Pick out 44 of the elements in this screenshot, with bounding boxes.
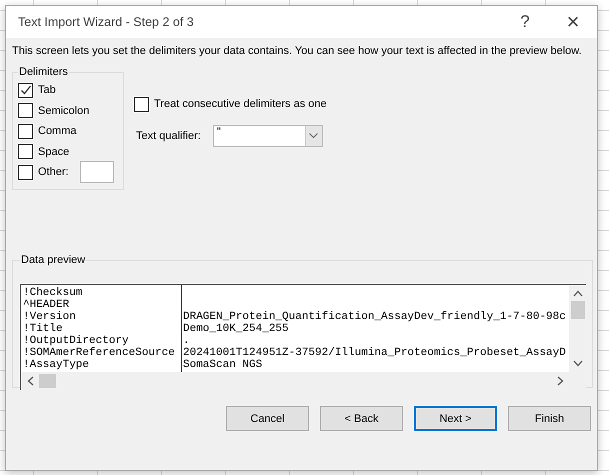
- checkbox-label[interactable]: Comma: [38, 125, 77, 138]
- checkbox-label[interactable]: Treat consecutive delimiters as one: [154, 98, 327, 110]
- checkbox-label[interactable]: Semicolon: [38, 104, 90, 117]
- field-label: Text qualifier:: [136, 130, 201, 142]
- checkbox[interactable]: [18, 164, 33, 180]
- preview-cell-text: !Title: [23, 323, 64, 335]
- checkbox[interactable]: [18, 82, 33, 98]
- checkbox[interactable]: [18, 144, 33, 160]
- preview-cell-text: !OutputDirectory: [23, 335, 130, 347]
- preview-cell-text: .: [183, 335, 191, 347]
- checkbox-label[interactable]: Other:: [38, 166, 69, 178]
- dialog-button[interactable]: Next >: [414, 406, 497, 431]
- dialog-button[interactable]: Cancel: [226, 406, 309, 431]
- checkbox-label[interactable]: Space: [38, 146, 70, 158]
- preview-cell: DRAGEN_Protein_Quantification_AssayDev_friendly_1-7-80-98c: [183, 311, 566, 323]
- scroll-up-icon[interactable]: [572, 290, 582, 297]
- preview-cell: 20241001T124951Z-37592/Illumina_Proteomics_Probeset_AssayD: [183, 347, 566, 359]
- help-button[interactable]: ?: [501, 6, 549, 38]
- group-title: Data preview: [20, 254, 86, 266]
- instruction-text: This screen lets you set the delimiters your data contains. You can see how your text is affected in the preview below.: [12, 44, 583, 58]
- preview-cell-text: !AssayType: [23, 359, 90, 371]
- input-field[interactable]: [80, 161, 114, 184]
- checkbox[interactable]: [18, 124, 33, 139]
- scroll-right-icon[interactable]: [557, 376, 564, 386]
- close-button[interactable]: ×: [549, 6, 597, 38]
- group-title: Delimiters: [18, 66, 69, 78]
- qualifier-dropdown[interactable]: ": [212, 124, 323, 146]
- preview-cell-text: ^HEADER: [23, 299, 70, 311]
- checkbox-label[interactable]: Tab: [38, 84, 56, 96]
- scroll-thumb[interactable]: [570, 301, 584, 319]
- dialog-button[interactable]: Finish: [508, 406, 591, 431]
- preview-cell-text: !Checksum: [23, 287, 84, 299]
- checkbox[interactable]: [18, 103, 33, 118]
- scroll-down-icon[interactable]: [572, 360, 582, 367]
- preview-cell-text: Demo_10K_254_255: [183, 323, 290, 335]
- scroll-thumb[interactable]: [39, 374, 56, 388]
- chevron-down-icon: [309, 132, 318, 138]
- window-title: Text Import Wizard - Step 2 of 3: [18, 15, 195, 29]
- checkbox[interactable]: [134, 96, 149, 112]
- preview-cell-text: !Version: [23, 311, 77, 323]
- preview-cell-text: !SOMAmerReferenceSource: [23, 347, 176, 359]
- preview-cell-text: SomaScan NGS: [183, 359, 264, 371]
- scroll-left-icon[interactable]: [27, 376, 34, 386]
- dialog-button[interactable]: < Back: [320, 406, 403, 431]
